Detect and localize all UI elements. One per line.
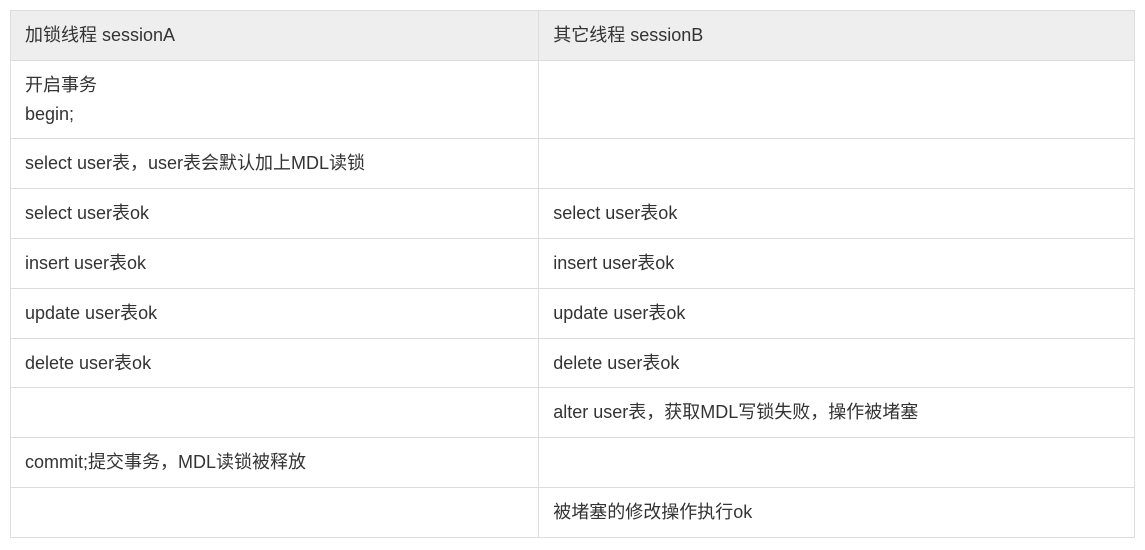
table-row: update user表ok update user表ok: [11, 288, 1135, 338]
cell-a: select user表，user表会默认加上MDL读锁: [11, 139, 539, 189]
table-row: 被堵塞的修改操作执行ok: [11, 487, 1135, 537]
cell-b: delete user表ok: [539, 338, 1135, 388]
table-row: insert user表ok insert user表ok: [11, 238, 1135, 288]
table-row: select user表ok select user表ok: [11, 189, 1135, 239]
cell-a: insert user表ok: [11, 238, 539, 288]
cell-b: insert user表ok: [539, 238, 1135, 288]
cell-a: delete user表ok: [11, 338, 539, 388]
cell-b: select user表ok: [539, 189, 1135, 239]
cell-b: 被堵塞的修改操作执行ok: [539, 487, 1135, 537]
mdl-lock-table: 加锁线程 sessionA 其它线程 sessionB 开启事务 begin; …: [10, 10, 1135, 538]
cell-b: alter user表，获取MDL写锁失败，操作被堵塞: [539, 388, 1135, 438]
cell-a: [11, 388, 539, 438]
cell-b: [539, 60, 1135, 139]
cell-b: update user表ok: [539, 288, 1135, 338]
table-row: delete user表ok delete user表ok: [11, 338, 1135, 388]
cell-a: commit;提交事务，MDL读锁被释放: [11, 438, 539, 488]
table-row: 开启事务 begin;: [11, 60, 1135, 139]
cell-a: [11, 487, 539, 537]
table-row: commit;提交事务，MDL读锁被释放: [11, 438, 1135, 488]
header-session-a: 加锁线程 sessionA: [11, 11, 539, 61]
table-header-row: 加锁线程 sessionA 其它线程 sessionB: [11, 11, 1135, 61]
cell-b: [539, 438, 1135, 488]
cell-a: select user表ok: [11, 189, 539, 239]
cell-a: update user表ok: [11, 288, 539, 338]
table-row: alter user表，获取MDL写锁失败，操作被堵塞: [11, 388, 1135, 438]
table-row: select user表，user表会默认加上MDL读锁: [11, 139, 1135, 189]
cell-a: 开启事务 begin;: [11, 60, 539, 139]
cell-b: [539, 139, 1135, 189]
header-session-b: 其它线程 sessionB: [539, 11, 1135, 61]
